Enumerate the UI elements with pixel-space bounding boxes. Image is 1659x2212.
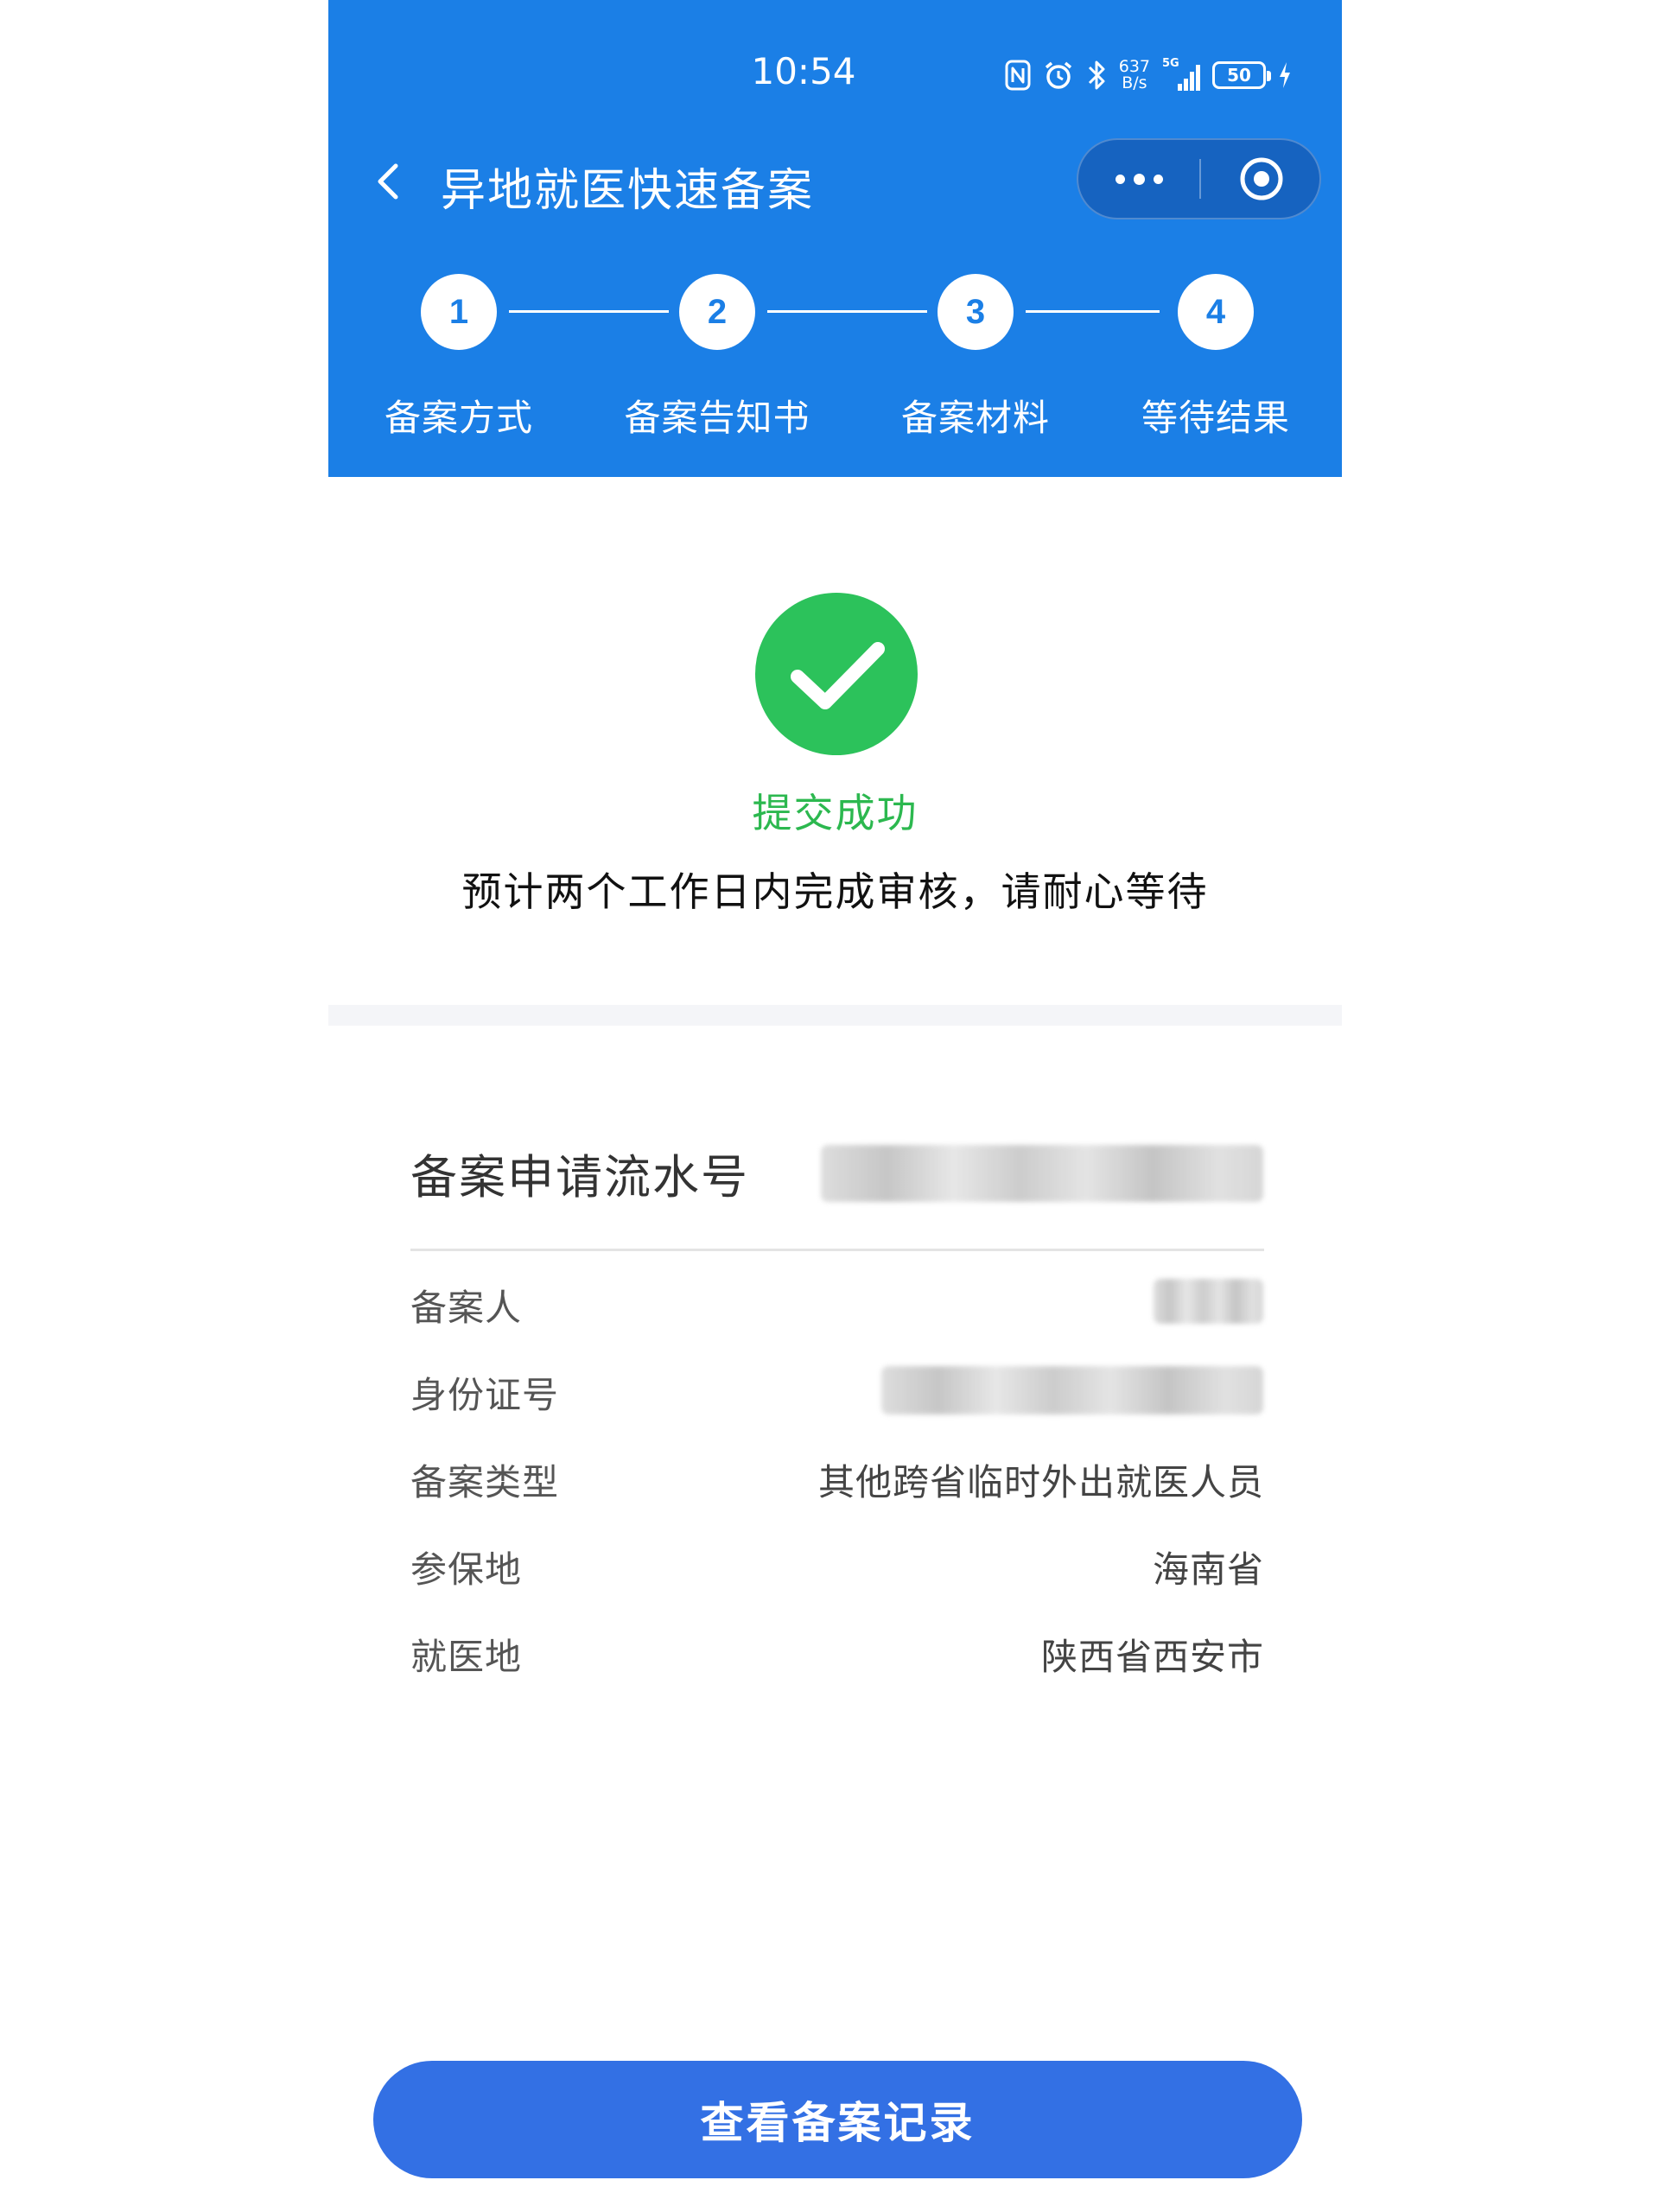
info-row-applicant: 备案人	[410, 1279, 1264, 1331]
id-number-value-redacted	[881, 1366, 1263, 1414]
step-3-label: 备案材料	[900, 397, 1050, 439]
step-1-circle: 1	[421, 274, 497, 350]
info-row-insured-place: 参保地 海南省	[410, 1541, 1264, 1592]
info-label: 备案类型	[410, 1461, 560, 1503]
step-2-label: 备案告知书	[624, 397, 810, 439]
status-icons: 637 B/s 5G 50	[1005, 54, 1292, 97]
alarm-icon	[1045, 61, 1071, 89]
charging-icon	[1280, 62, 1290, 88]
success-title: 提交成功	[752, 790, 918, 836]
step-3-circle: 3	[938, 274, 1014, 350]
status-bar: 10:54 637 B/s 5G 50	[328, 0, 1342, 151]
step-connector	[509, 310, 669, 313]
status-time: 10:54	[751, 50, 856, 92]
view-records-button[interactable]: 查看备案记录	[373, 2061, 1302, 2178]
step-2-circle: 2	[679, 274, 755, 350]
serial-number-value-redacted	[821, 1145, 1263, 1202]
info-row-medical-place: 就医地 陕西省西安市	[410, 1628, 1264, 1680]
page-title: 异地就医快速备案	[441, 165, 815, 217]
battery-icon: 50	[1212, 61, 1271, 89]
phone-screen: 10:54 637 B/s 5G 50 异地就医快速备案 1 2 3 4 备案方…	[328, 0, 1342, 2212]
nfc-icon	[1005, 60, 1031, 91]
step-4-circle: 4	[1178, 274, 1254, 350]
signal-icon: 5G	[1162, 57, 1200, 91]
info-label: 备案人	[410, 1287, 523, 1329]
serial-number-label: 备案申请流水号	[410, 1150, 749, 1205]
info-label: 参保地	[410, 1548, 523, 1591]
nav-bar: 异地就医快速备案	[328, 138, 1342, 225]
info-value: 海南省	[1152, 1548, 1264, 1591]
info-row-filing-type: 备案类型 其他跨省临时外出就医人员	[410, 1453, 1264, 1505]
step-connector	[1026, 310, 1160, 313]
miniprogram-capsule	[1077, 138, 1321, 219]
signal-label: 5G	[1162, 57, 1179, 70]
step-connector	[767, 310, 927, 313]
check-circle-icon	[755, 593, 918, 755]
section-divider	[328, 1005, 1342, 1026]
net-speed: 637 B/s	[1119, 59, 1150, 92]
card-divider	[410, 1249, 1264, 1251]
applicant-value-redacted	[1154, 1279, 1263, 1324]
info-value: 陕西省西安市	[1040, 1636, 1264, 1678]
info-label: 身份证号	[410, 1374, 560, 1416]
chevron-left-icon[interactable]	[363, 156, 415, 207]
target-circle-icon[interactable]	[1201, 140, 1321, 218]
info-label: 就医地	[410, 1636, 523, 1678]
battery-level: 50	[1227, 65, 1251, 86]
step-indicator: 1 2 3 4 备案方式 备案告知书 备案材料 等待结果	[328, 272, 1342, 445]
step-4-label: 等待结果	[1141, 397, 1290, 439]
info-value: 其他跨省临时外出就医人员	[817, 1461, 1264, 1503]
header: 10:54 637 B/s 5G 50 异地就医快速备案 1 2 3 4 备案方…	[328, 0, 1342, 477]
success-description: 预计两个工作日内完成审核，请耐心等待	[461, 868, 1209, 915]
net-speed-unit: B/s	[1122, 73, 1147, 92]
step-1-label: 备案方式	[384, 397, 533, 439]
more-dots-icon[interactable]	[1078, 140, 1199, 218]
bluetooth-icon	[1088, 60, 1105, 90]
